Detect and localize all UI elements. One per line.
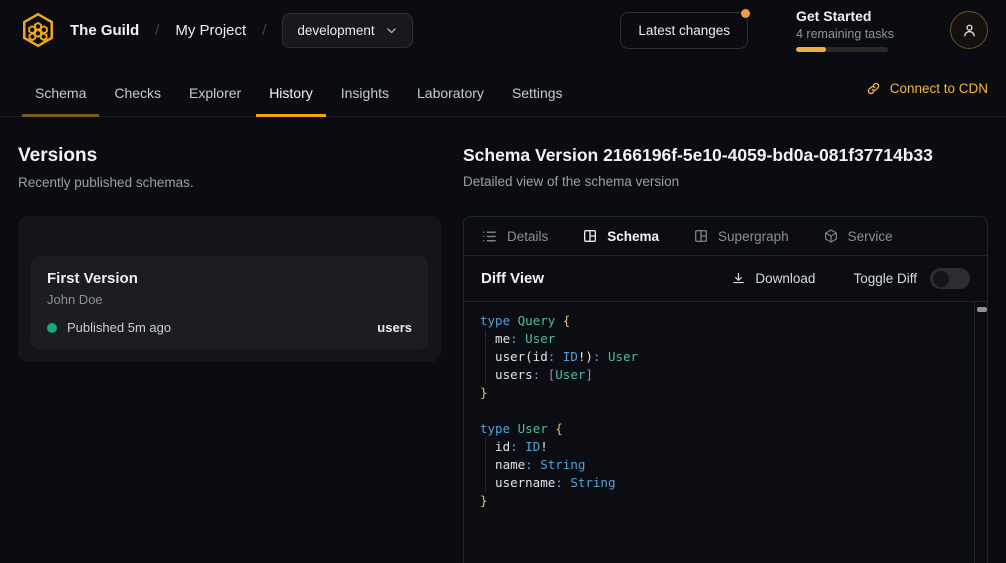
- detail-tab-supergraph[interactable]: Supergraph: [693, 228, 789, 244]
- indent-guide: [485, 438, 486, 492]
- nav-tab-explorer[interactable]: Explorer: [176, 85, 254, 116]
- environment-selector-value: development: [297, 23, 374, 38]
- notification-dot: [741, 9, 750, 18]
- published-status-dot: [47, 323, 57, 333]
- schema-version-title: Schema Version 2166196f-5e10-4059-bd0a-0…: [463, 145, 988, 166]
- nav-tab-insights[interactable]: Insights: [328, 85, 402, 116]
- nav-tab-laboratory[interactable]: Laboratory: [404, 85, 497, 116]
- download-icon: [731, 271, 746, 286]
- code-line: user(id: ID!): User: [480, 348, 971, 366]
- project-name[interactable]: My Project: [175, 22, 246, 39]
- version-service-badge: users: [377, 320, 412, 335]
- list-icon: [481, 228, 498, 245]
- nav-tab-history[interactable]: History: [256, 85, 326, 116]
- versions-title: Versions: [18, 145, 441, 167]
- code-line: type Query {: [480, 312, 971, 330]
- schema-detail-card: Details Schema Supergraph Service Diff View…: [463, 216, 988, 563]
- get-started-progressbar: [796, 47, 888, 52]
- code-line: id: ID!: [480, 438, 971, 456]
- code-line: users: [User]: [480, 366, 971, 384]
- person-icon: [961, 22, 978, 39]
- version-author: John Doe: [47, 292, 412, 307]
- code-scrollbar[interactable]: [974, 302, 987, 563]
- nav-tab-checks[interactable]: Checks: [101, 85, 174, 116]
- version-status-text: Published 5m ago: [67, 320, 171, 335]
- schema-code-viewer[interactable]: type Query { me: User user(id: ID!): Use…: [464, 302, 987, 563]
- diff-view-toolbar: Diff View Download Toggle Diff: [464, 256, 987, 302]
- columns-icon: [693, 228, 709, 244]
- connect-to-cdn-label: Connect to CDN: [890, 81, 988, 96]
- version-status-row: Published 5m ago users: [47, 320, 412, 335]
- chevron-down-icon: [385, 24, 398, 37]
- columns-icon: [582, 228, 598, 244]
- schema-version-panel: Schema Version 2166196f-5e10-4059-bd0a-0…: [463, 145, 988, 563]
- detail-tab-label: Details: [507, 229, 548, 244]
- version-name: First Version: [47, 270, 412, 287]
- download-button[interactable]: Download: [731, 271, 815, 286]
- get-started-title: Get Started: [796, 8, 906, 24]
- code-line: me: User: [480, 330, 971, 348]
- code-line: name: String: [480, 456, 971, 474]
- versions-list-card: First Version John Doe Published 5m ago …: [18, 216, 441, 362]
- nav-tab-settings[interactable]: Settings: [499, 85, 576, 116]
- latest-changes-label: Latest changes: [638, 23, 730, 38]
- link-icon: [866, 81, 881, 96]
- detail-tab-label: Supergraph: [718, 229, 789, 244]
- diff-view-title: Diff View: [481, 270, 544, 287]
- schema-version-subtitle: Detailed view of the schema version: [463, 174, 988, 189]
- code-line: [480, 402, 971, 420]
- code-line: }: [480, 492, 971, 510]
- breadcrumb-separator: /: [155, 22, 159, 39]
- versions-panel: Versions Recently published schemas. Fir…: [18, 145, 441, 362]
- code-scrollbar-thumb[interactable]: [977, 307, 987, 312]
- toggle-diff-knob: [933, 271, 949, 287]
- code-line: username: String: [480, 474, 971, 492]
- main-content: Versions Recently published schemas. Fir…: [0, 117, 1006, 563]
- nav-tabs: SchemaChecksExplorerHistoryInsightsLabor…: [22, 60, 576, 116]
- version-list-item[interactable]: First Version John Doe Published 5m ago …: [31, 256, 428, 349]
- code-line: }: [480, 384, 971, 402]
- detail-tab-label: Service: [848, 229, 893, 244]
- user-avatar[interactable]: [950, 11, 988, 49]
- get-started-subtitle: 4 remaining tasks: [796, 27, 906, 41]
- toggle-diff-label: Toggle Diff: [853, 271, 917, 286]
- breadcrumb-separator: /: [262, 22, 266, 39]
- connect-to-cdn-link[interactable]: Connect to CDN: [866, 81, 988, 96]
- cube-icon: [823, 228, 839, 244]
- detail-tab-service[interactable]: Service: [823, 228, 893, 244]
- environment-selector[interactable]: development: [282, 13, 412, 48]
- get-started-progress-fill: [796, 47, 826, 52]
- get-started-widget[interactable]: Get Started 4 remaining tasks: [796, 8, 906, 52]
- detail-tab-details[interactable]: Details: [481, 228, 548, 245]
- app-header: The Guild / My Project / development Lat…: [0, 0, 1006, 60]
- indent-guide: [485, 330, 486, 384]
- nav-tab-schema[interactable]: Schema: [22, 85, 99, 116]
- code-line: type User {: [480, 420, 971, 438]
- latest-changes-button[interactable]: Latest changes: [620, 12, 748, 49]
- toggle-diff-switch[interactable]: [930, 268, 970, 289]
- download-label: Download: [755, 271, 815, 286]
- primary-nav: SchemaChecksExplorerHistoryInsightsLabor…: [0, 60, 1006, 117]
- versions-subtitle: Recently published schemas.: [18, 175, 441, 190]
- hive-logo-icon[interactable]: [18, 10, 58, 50]
- detail-tab-schema[interactable]: Schema: [582, 228, 659, 244]
- detail-tab-label: Schema: [607, 229, 659, 244]
- schema-detail-tabs: Details Schema Supergraph Service: [464, 217, 987, 256]
- org-name[interactable]: The Guild: [70, 22, 139, 39]
